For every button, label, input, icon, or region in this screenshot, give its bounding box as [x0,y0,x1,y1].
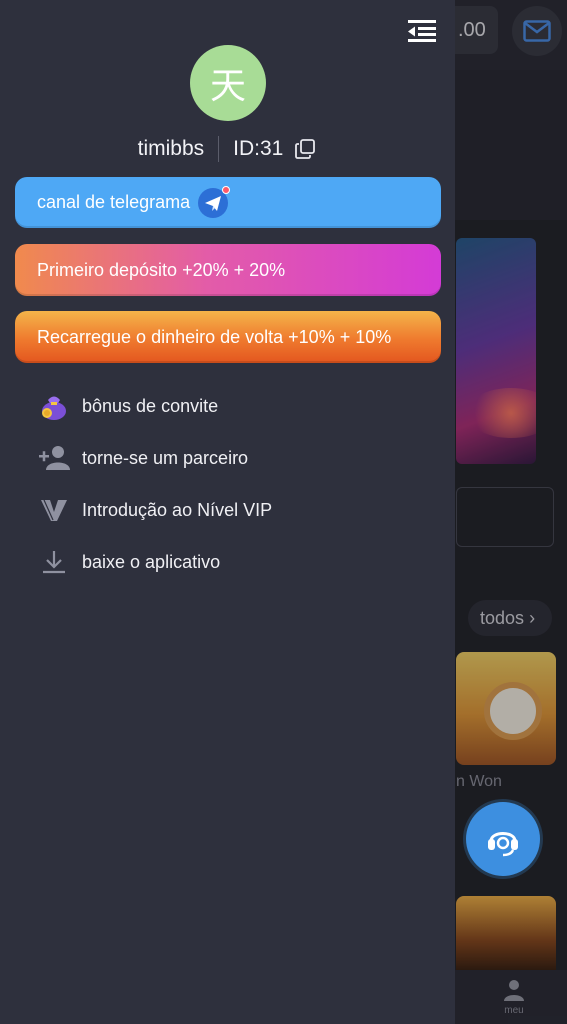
menu-item-invite-bonus[interactable]: bônus de convite [0,380,455,432]
user-info: timibbs ID:31 [0,134,455,164]
menu-item-label: Introdução ao Nível VIP [82,499,273,520]
telegram-channel-button[interactable]: canal de telegrama [15,177,441,228]
menu-collapse-icon [408,20,436,42]
menu-item-vip-intro[interactable]: Introdução ao Nível VIP [0,484,455,536]
telegram-icon [196,185,231,220]
headset-icon [488,832,518,857]
user-id: ID:31 [233,137,284,160]
deposit-promo-label: Primeiro depósito +20% + 20% [37,259,286,280]
telegram-label: canal de telegrama [37,192,191,212]
customer-support-button[interactable] [466,802,540,876]
menu-item-label: baixe o aplicativo [82,551,221,572]
copy-icon [295,139,316,159]
menu-item-label: torne-se um parceiro [82,447,249,468]
menu-item-download-app[interactable]: baixe o aplicativo [0,536,455,588]
side-drawer: 天 timibbs ID:31 canal de telegrama Prime… [0,0,455,1024]
cashback-promo-label: Recarregue o dinheiro de volta +10% + 10… [37,327,392,347]
collapse-menu-button[interactable] [404,16,440,46]
vip-v-icon [38,494,70,526]
first-deposit-promo-button[interactable]: Primeiro depósito +20% + 20% [15,244,441,296]
divider [218,136,220,162]
drawer-menu: bônus de convite torne-se um parceiro In… [0,380,455,588]
menu-item-label: bônus de convite [82,395,219,416]
avatar[interactable]: 天 [190,45,266,121]
download-icon [38,546,70,578]
money-bag-icon [38,390,70,422]
menu-item-become-partner[interactable]: torne-se um parceiro [0,432,455,484]
add-person-icon [38,442,70,474]
copy-id-button[interactable] [293,137,317,161]
cashback-promo-button[interactable]: Recarregue o dinheiro de volta +10% + 10… [15,311,441,363]
username: timibbs [137,137,205,160]
